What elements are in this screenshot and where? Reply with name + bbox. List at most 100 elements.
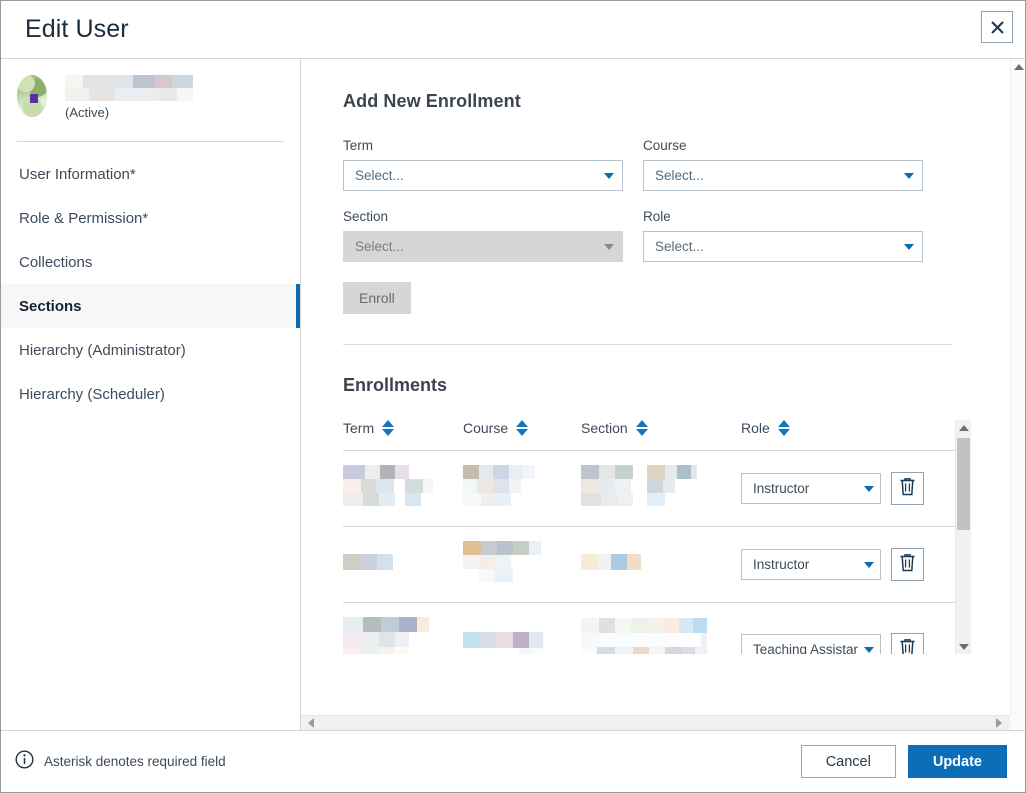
chevron-down-icon <box>864 561 874 568</box>
sidebar-item-label: User Information* <box>19 165 136 183</box>
scroll-up-icon[interactable] <box>1011 59 1026 74</box>
modal-footer: Asterisk denotes required field Cancel U… <box>1 730 1025 792</box>
cell-role: Teaching Assistant <box>741 602 891 654</box>
page-title: Edit User <box>25 15 129 43</box>
column-label: Role <box>741 420 770 436</box>
add-enrollment-form: Term Select... Course Select... Section … <box>343 138 923 280</box>
sidebar-item-hierarchy-scheduler[interactable]: Hierarchy (Scheduler) <box>1 372 300 416</box>
course-redacted <box>463 541 581 588</box>
sidebar-item-sections[interactable]: Sections <box>1 284 300 328</box>
scroll-left-icon[interactable] <box>303 716 319 730</box>
delete-enrollment-button[interactable] <box>891 548 924 581</box>
sort-role-icon[interactable] <box>777 420 790 436</box>
sidebar-item-role-permission[interactable]: Role & Permission* <box>1 196 300 240</box>
table-head: Term Course Section Role <box>343 420 955 451</box>
row-role-select[interactable]: Instructor <box>741 549 881 580</box>
table-body: Instructor Instructor Teaching Assistant <box>343 450 955 654</box>
delete-enrollment-button[interactable] <box>891 472 924 505</box>
sidebar-nav: User Information* Role & Permission* Col… <box>1 152 300 416</box>
content-wrapper: Add New Enrollment Term Select... Course <box>301 59 1025 730</box>
user-meta: (Active) <box>65 73 193 120</box>
sidebar-item-label: Collections <box>19 253 93 271</box>
update-button[interactable]: Update <box>907 745 1007 778</box>
add-enrollment-title: Add New Enrollment <box>343 91 521 111</box>
course-redacted <box>463 632 581 654</box>
role-select-value: Select... <box>655 239 704 254</box>
sidebar-item-label: Role & Permission* <box>19 209 149 227</box>
edit-user-modal: Edit User (Active) User Information* Rol… <box>0 0 1026 793</box>
chevron-down-icon <box>864 485 874 492</box>
cell-role: Instructor <box>741 450 891 527</box>
content-vertical-scrollbar[interactable] <box>1010 59 1025 715</box>
scrollbar-corner <box>1010 715 1025 730</box>
field-role: Role Select... <box>643 209 923 262</box>
sort-section-icon[interactable] <box>635 420 648 436</box>
column-header-term: Term <box>343 420 463 451</box>
scroll-down-icon[interactable] <box>956 639 972 654</box>
close-button[interactable] <box>981 11 1013 43</box>
course-label: Course <box>643 138 687 153</box>
trash-icon <box>899 638 916 654</box>
user-status: (Active) <box>65 105 110 120</box>
sidebar-item-collections[interactable]: Collections <box>1 240 300 284</box>
sort-course-icon[interactable] <box>516 420 529 436</box>
sidebar-item-label: Hierarchy (Administrator) <box>19 341 186 359</box>
section-label: Section <box>343 209 389 224</box>
cell-actions <box>891 450 955 527</box>
scroll-right-icon[interactable] <box>991 716 1007 730</box>
enrollments-table-scroll: Term Course Section Role Instructor Inst… <box>343 420 955 654</box>
chevron-down-icon <box>904 172 914 179</box>
enrollments-table: Term Course Section Role Instructor Inst… <box>343 420 955 654</box>
cell-course <box>463 602 581 654</box>
cell-term <box>343 526 463 603</box>
required-field-text: Asterisk denotes required field <box>44 754 226 769</box>
row-role-select[interactable]: Instructor <box>741 473 881 504</box>
modal-body: (Active) User Information* Role & Permis… <box>1 59 1025 730</box>
section-select-value: Select... <box>355 239 404 254</box>
term-redacted <box>343 554 463 575</box>
content-scroll-area: Add New Enrollment Term Select... Course <box>301 59 1025 715</box>
content-horizontal-scrollbar[interactable] <box>301 715 1025 730</box>
cell-course <box>463 526 581 603</box>
term-select-value: Select... <box>355 168 404 183</box>
term-redacted <box>343 465 463 512</box>
section-select: Select... <box>343 231 623 262</box>
table-header-row: Term Course Section Role <box>343 420 955 451</box>
row-role-select[interactable]: Teaching Assistant <box>741 634 881 654</box>
table-row: Instructor <box>343 450 955 527</box>
term-select[interactable]: Select... <box>343 160 623 191</box>
field-term: Term Select... <box>343 138 623 191</box>
chevron-down-icon <box>604 172 614 179</box>
table-scrollbar-thumb[interactable] <box>957 438 970 530</box>
role-label: Role <box>643 209 671 224</box>
cell-term <box>343 602 463 654</box>
delete-enrollment-button[interactable] <box>891 633 924 654</box>
role-select[interactable]: Select... <box>643 231 923 262</box>
column-label: Course <box>463 420 509 436</box>
sidebar-item-user-information[interactable]: User Information* <box>1 152 300 196</box>
course-redacted <box>463 465 581 512</box>
sidebar-item-label: Sections <box>19 297 82 315</box>
field-course: Course Select... <box>643 138 923 191</box>
row-role-value: Instructor <box>753 481 810 496</box>
cell-role: Instructor <box>741 526 891 603</box>
info-icon <box>15 749 34 774</box>
table-vertical-scrollbar[interactable] <box>955 420 971 654</box>
term-redacted <box>343 617 463 654</box>
cancel-button[interactable]: Cancel <box>800 745 896 778</box>
enroll-button: Enroll <box>343 282 411 314</box>
sidebar-item-label: Hierarchy (Scheduler) <box>19 385 165 403</box>
sidebar-item-hierarchy-administrator[interactable]: Hierarchy (Administrator) <box>1 328 300 372</box>
avatar <box>17 75 47 117</box>
term-label: Term <box>343 138 373 153</box>
sort-term-icon[interactable] <box>382 420 395 436</box>
section-redacted <box>581 618 741 654</box>
section-divider <box>343 344 952 345</box>
enrollments-title: Enrollments <box>343 375 448 395</box>
course-select[interactable]: Select... <box>643 160 923 191</box>
cell-actions <box>891 602 955 654</box>
scroll-up-icon[interactable] <box>956 420 972 435</box>
section-redacted <box>581 465 741 512</box>
cell-section <box>581 450 741 527</box>
column-header-actions <box>891 420 955 451</box>
